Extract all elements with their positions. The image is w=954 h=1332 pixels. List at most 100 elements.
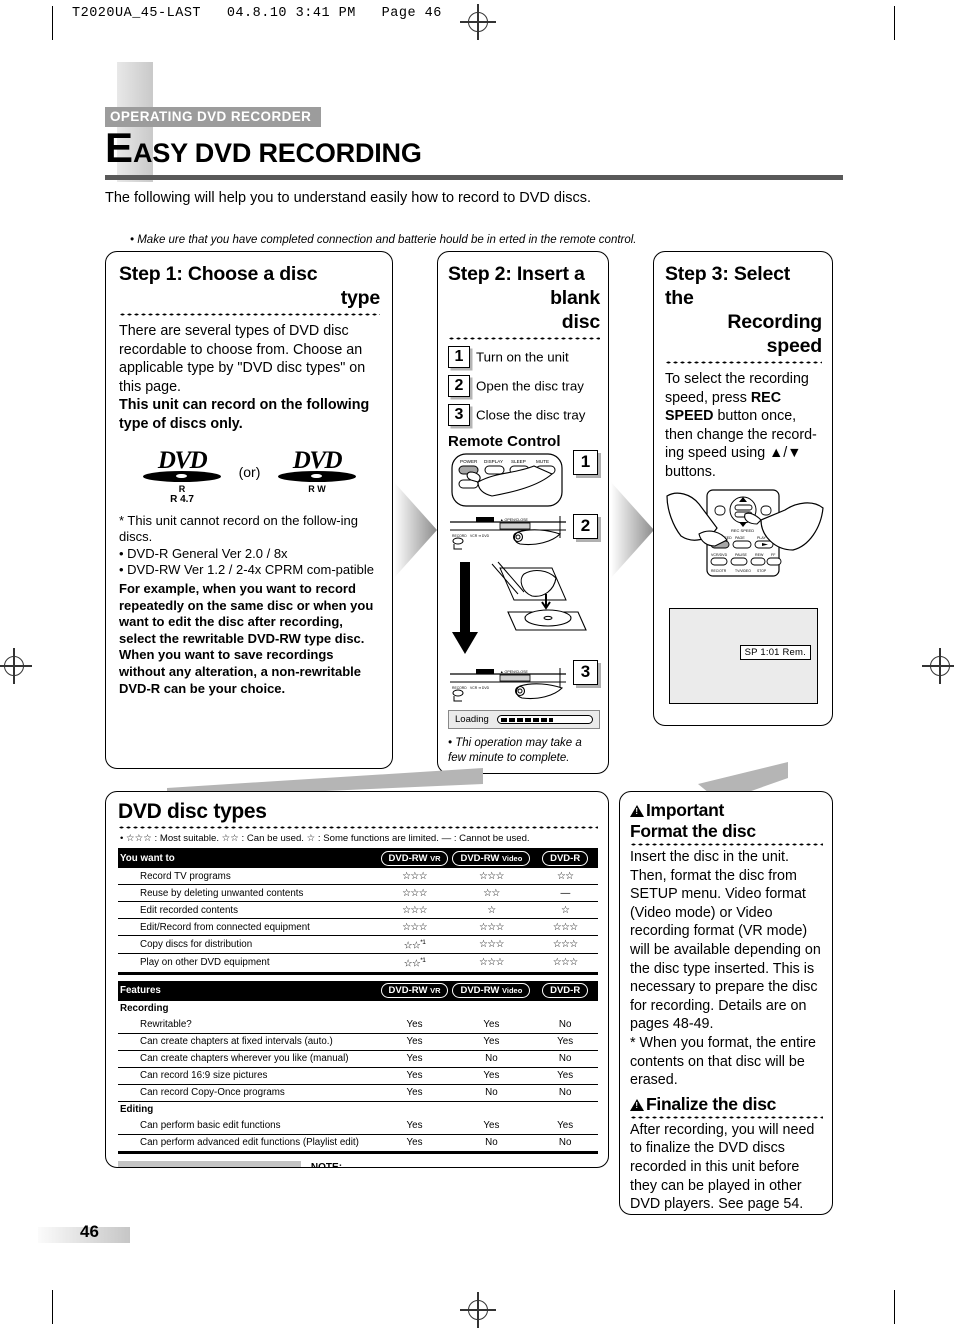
step2-heading-line1: Step 2: Insert a: [448, 263, 585, 285]
rec-row-0-val-0: Yes: [378, 1016, 451, 1034]
step2-dot-rule: [448, 337, 600, 340]
table-row: Record TV programs ☆☆☆ ☆☆☆ ☆☆: [118, 868, 598, 885]
step3-para-arrows: ▲/▼: [769, 445, 802, 462]
disc-types-heading: DVD disc types: [118, 800, 267, 823]
step1-heading-line2: type: [340, 287, 380, 309]
svg-text:FF: FF: [771, 553, 776, 557]
rec-row-0-label: Rewritable?: [118, 1016, 379, 1034]
edit-row-1-val-0: Yes: [378, 1134, 451, 1154]
table-row: Reuse by deleting unwanted contents ☆☆☆ …: [118, 884, 598, 902]
loading-label: Loading: [455, 714, 489, 725]
svg-text:PAGE: PAGE: [735, 536, 745, 540]
tv-screen-preview: SP 1:01 Rem.: [669, 607, 818, 704]
finalize-disc-heading: Finalize the disc: [630, 1094, 823, 1115]
want-to-row-3-val-1: ☆☆☆: [450, 918, 533, 936]
svg-text:MUTE: MUTE: [536, 459, 549, 464]
crop-mark-top-right: [894, 6, 896, 40]
step2-panel: Step 2: Insert a blank disc 1 Turn on the…: [437, 251, 609, 774]
disc-logo-group: DVD R R 4.7 (or) DVD R W: [119, 446, 380, 505]
edit-row-0-label: Can perform basic edit functions: [118, 1117, 379, 1135]
illustration-badge-1: 1: [573, 450, 598, 475]
registration-mark-top: [460, 4, 496, 40]
want-to-row-2-val-2: ☆: [532, 901, 598, 919]
section-kicker: OPERATING DVD RECORDER: [105, 107, 322, 127]
table-row: Copy discs for distribution ☆☆*1 ☆☆☆ ☆☆☆: [118, 935, 598, 955]
rec-row-3-val-1: Yes: [450, 1067, 533, 1085]
table-row: Can record 16:9 size pictures Yes Yes Ye…: [118, 1067, 598, 1085]
warning-triangle-icon-2: [630, 1098, 644, 1111]
features-header-col-1: DVD-RW Video: [450, 980, 533, 1001]
rec-row-4-val-2: No: [532, 1084, 598, 1102]
warning-triangle-icon: [630, 805, 644, 817]
svg-text:▲ OPEN/CLOSE: ▲ OPEN/CLOSE: [500, 670, 529, 674]
remote-control-title: Remote Control: [448, 433, 561, 450]
svg-text:RECORD: RECORD: [452, 686, 467, 690]
rec-row-0-val-2: No: [532, 1016, 598, 1034]
disc-types-legend: • ☆☆☆ : Most suitable. ☆☆ : Can be used.…: [120, 833, 530, 844]
want-to-row-5-val-0: ☆☆*1: [378, 953, 451, 975]
step3-dot-rule: [665, 361, 822, 364]
important-dot-rule-1: [630, 843, 823, 846]
dvd-rw-logo-word: DVD: [292, 446, 343, 474]
dvd-rw-logo: DVD R W: [274, 446, 360, 494]
badge-dvd-r: DVD-R: [542, 850, 589, 866]
illustration-insert-disc: [448, 560, 600, 664]
step3-heading-line3: speed: [766, 335, 823, 357]
crop-mark-bottom-left: [52, 1290, 54, 1324]
step2-item-1-label: Turn on the unit: [476, 349, 569, 365]
page-title-text: ASY DVD RECORDING: [133, 138, 422, 168]
step2-item-3-label: Close the disc tray: [476, 407, 586, 423]
table-row: Rewritable? Yes Yes No: [118, 1016, 598, 1034]
illustration-front-panel-close: 3 ▲ OPEN/CLOSE RECORD VCR ➜ DVD: [448, 660, 600, 710]
svg-text:REC/OTR: REC/OTR: [711, 569, 727, 573]
want-to-header-col-0: DVD-RW VR: [378, 848, 451, 868]
step3-para-part3: buttons.: [665, 463, 716, 480]
intro-text: The following will help you to understan…: [105, 190, 591, 206]
want-to-row-4-val-0: ☆☆*1: [378, 935, 451, 955]
want-to-row-5-val-1: ☆☆☆: [450, 953, 533, 975]
crop-mark-top-left: [52, 6, 54, 40]
want-to-table-header-row: You want to DVD-RW VR DVD-RW Video DVD-R: [118, 848, 598, 868]
table-row: Can perform basic edit functions Yes Yes…: [118, 1117, 598, 1135]
features-header-label: Features: [118, 980, 379, 1001]
want-to-row-1-val-0: ☆☆☆: [378, 884, 451, 902]
rec-row-3-label: Can record 16:9 size pictures: [118, 1067, 379, 1085]
table-row: Can create chapters at fixed intervals (…: [118, 1033, 598, 1051]
step1-bold-block-2: When you want to save recordings without…: [119, 647, 361, 696]
step3-heading-line1: Step 3: Select the: [665, 263, 791, 309]
step2-footnote: • Thi operation may take a few minute to…: [448, 737, 582, 764]
rec-row-1-val-1: Yes: [450, 1033, 533, 1051]
disc-types-panel: DVD disc types • ☆☆☆ : Most suitable. ☆☆…: [105, 791, 609, 1168]
crop-mark-bottom-right: [894, 1290, 896, 1324]
rec-row-2-val-0: Yes: [378, 1050, 451, 1068]
want-to-row-2-label: Edit recorded contents: [118, 901, 379, 919]
or-label: (or): [238, 463, 261, 480]
dvd-r-logo-disc-icon: [143, 470, 222, 482]
registration-mark-right: [922, 648, 954, 684]
edit-row-0-val-0: Yes: [378, 1117, 451, 1135]
footnote-mark: *1: [124, 1167, 130, 1168]
rec-row-1-val-0: Yes: [378, 1033, 451, 1051]
svg-text:SLEEP: SLEEP: [511, 459, 526, 464]
want-to-header-col-2: DVD-R: [532, 848, 598, 868]
want-to-row-4-val-2: ☆☆☆: [532, 935, 598, 955]
rec-row-2-val-1: No: [450, 1050, 533, 1068]
step3-panel: Step 3: Select the Recording speed To se…: [653, 251, 833, 726]
loading-progress-bar: [496, 715, 593, 724]
features-table: Features DVD-RW VR DVD-RW Video DVD-R Re…: [118, 980, 598, 1154]
step2-item-1-number: 1: [448, 346, 470, 368]
arrow-step2-to-step3: [609, 478, 655, 582]
want-to-row-3-val-0: ☆☆☆: [378, 918, 451, 936]
finalize-disc-body: After recording, you will need to finali…: [630, 1121, 815, 1213]
want-to-row-5-label: Play on other DVD equipment: [118, 953, 379, 975]
page-number: 46: [80, 1222, 99, 1241]
illustration-badge-2: 2: [573, 514, 598, 539]
want-to-row-2-val-0: ☆☆☆: [378, 901, 451, 919]
rec-row-3-val-0: Yes: [378, 1067, 451, 1085]
svg-text:▲ OPEN/CLOSE: ▲ OPEN/CLOSE: [500, 518, 529, 522]
svg-text:VCR ➜ DVD: VCR ➜ DVD: [470, 686, 490, 690]
want-to-header-col-1: DVD-RW Video: [450, 848, 533, 868]
page-title-dropcap: E: [105, 124, 134, 171]
table-row: Can create chapters wherever you like (m…: [118, 1050, 598, 1068]
step2-item-3-number: 3: [448, 404, 470, 426]
